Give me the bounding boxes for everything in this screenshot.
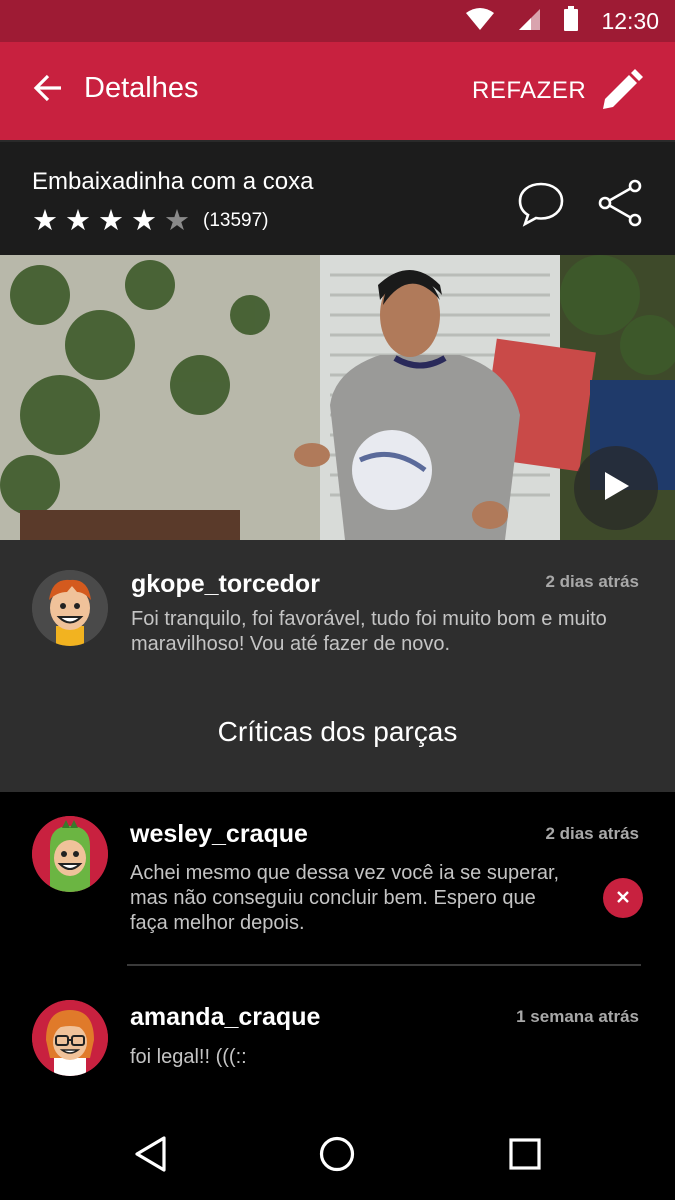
avatar[interactable] [32, 816, 108, 892]
share-button[interactable] [596, 178, 646, 228]
owner-comment: gkope_torcedor 2 dias atrás Foi tranquil… [0, 540, 675, 792]
star-icon[interactable]: ★ [131, 206, 164, 236]
review-text: Achei mesmo que dessa vez você ia se sup… [130, 862, 560, 934]
review-text: foi legal!! (((:: [130, 1046, 247, 1068]
video-thumbnail [0, 255, 675, 540]
status-bar: 12:30 [0, 0, 675, 42]
play-icon [601, 470, 631, 507]
username[interactable]: wesley_craque [130, 820, 308, 849]
app-bar: Detalhes REFAZER [0, 42, 675, 140]
divider [127, 964, 641, 966]
rating[interactable]: ★ ★ ★ ★ ★ (13597) [32, 206, 269, 236]
page-title: Detalhes [84, 72, 199, 104]
comment-text: Foi tranquilo, foi favorável, tudo foi m… [131, 608, 607, 655]
star-icon[interactable]: ★ [164, 206, 197, 236]
rating-count: (13597) [203, 210, 269, 231]
nav-recents-button[interactable] [503, 1134, 547, 1178]
comment-time: 2 dias atrás [545, 572, 639, 591]
square-recents-icon [508, 1137, 542, 1176]
video-title: Embaixadinha com a coxa [32, 168, 314, 195]
back-button[interactable] [28, 70, 68, 110]
pencil-icon [599, 68, 643, 118]
username[interactable]: amanda_craque [130, 1003, 320, 1032]
signal-icon [517, 7, 541, 36]
edit-button[interactable] [594, 66, 648, 120]
redo-button[interactable]: REFAZER [472, 77, 586, 105]
close-icon [616, 887, 630, 910]
play-button[interactable] [574, 446, 658, 530]
nav-back-button[interactable] [128, 1134, 172, 1178]
video-header: Embaixadinha com a coxa ★ ★ ★ ★ ★ (13597… [0, 140, 675, 255]
circle-home-icon [318, 1135, 356, 1178]
review-time: 2 dias atrás [545, 824, 639, 843]
triangle-back-icon [132, 1135, 168, 1178]
nav-home-button[interactable] [315, 1134, 359, 1178]
battery-icon [563, 5, 579, 37]
wifi-icon [465, 7, 495, 36]
section-title: Críticas dos parças [217, 716, 458, 747]
star-icon[interactable]: ★ [32, 206, 65, 236]
review-time: 1 semana atrás [516, 1007, 639, 1026]
delete-review-button[interactable] [603, 878, 643, 918]
avatar[interactable] [32, 1000, 108, 1076]
arrow-back-icon [33, 74, 63, 107]
username[interactable]: gkope_torcedor [131, 570, 320, 599]
video-player[interactable] [0, 255, 675, 540]
comment-button[interactable] [516, 178, 566, 228]
navigation-bar [0, 1112, 675, 1200]
star-icon[interactable]: ★ [98, 206, 131, 236]
clock: 12:30 [601, 7, 659, 34]
share-icon [596, 179, 646, 232]
star-icon[interactable]: ★ [65, 206, 98, 236]
comment-icon [516, 182, 566, 232]
avatar[interactable] [32, 570, 108, 646]
review-list: wesley_craque 2 dias atrás Achei mesmo q… [0, 792, 675, 1112]
